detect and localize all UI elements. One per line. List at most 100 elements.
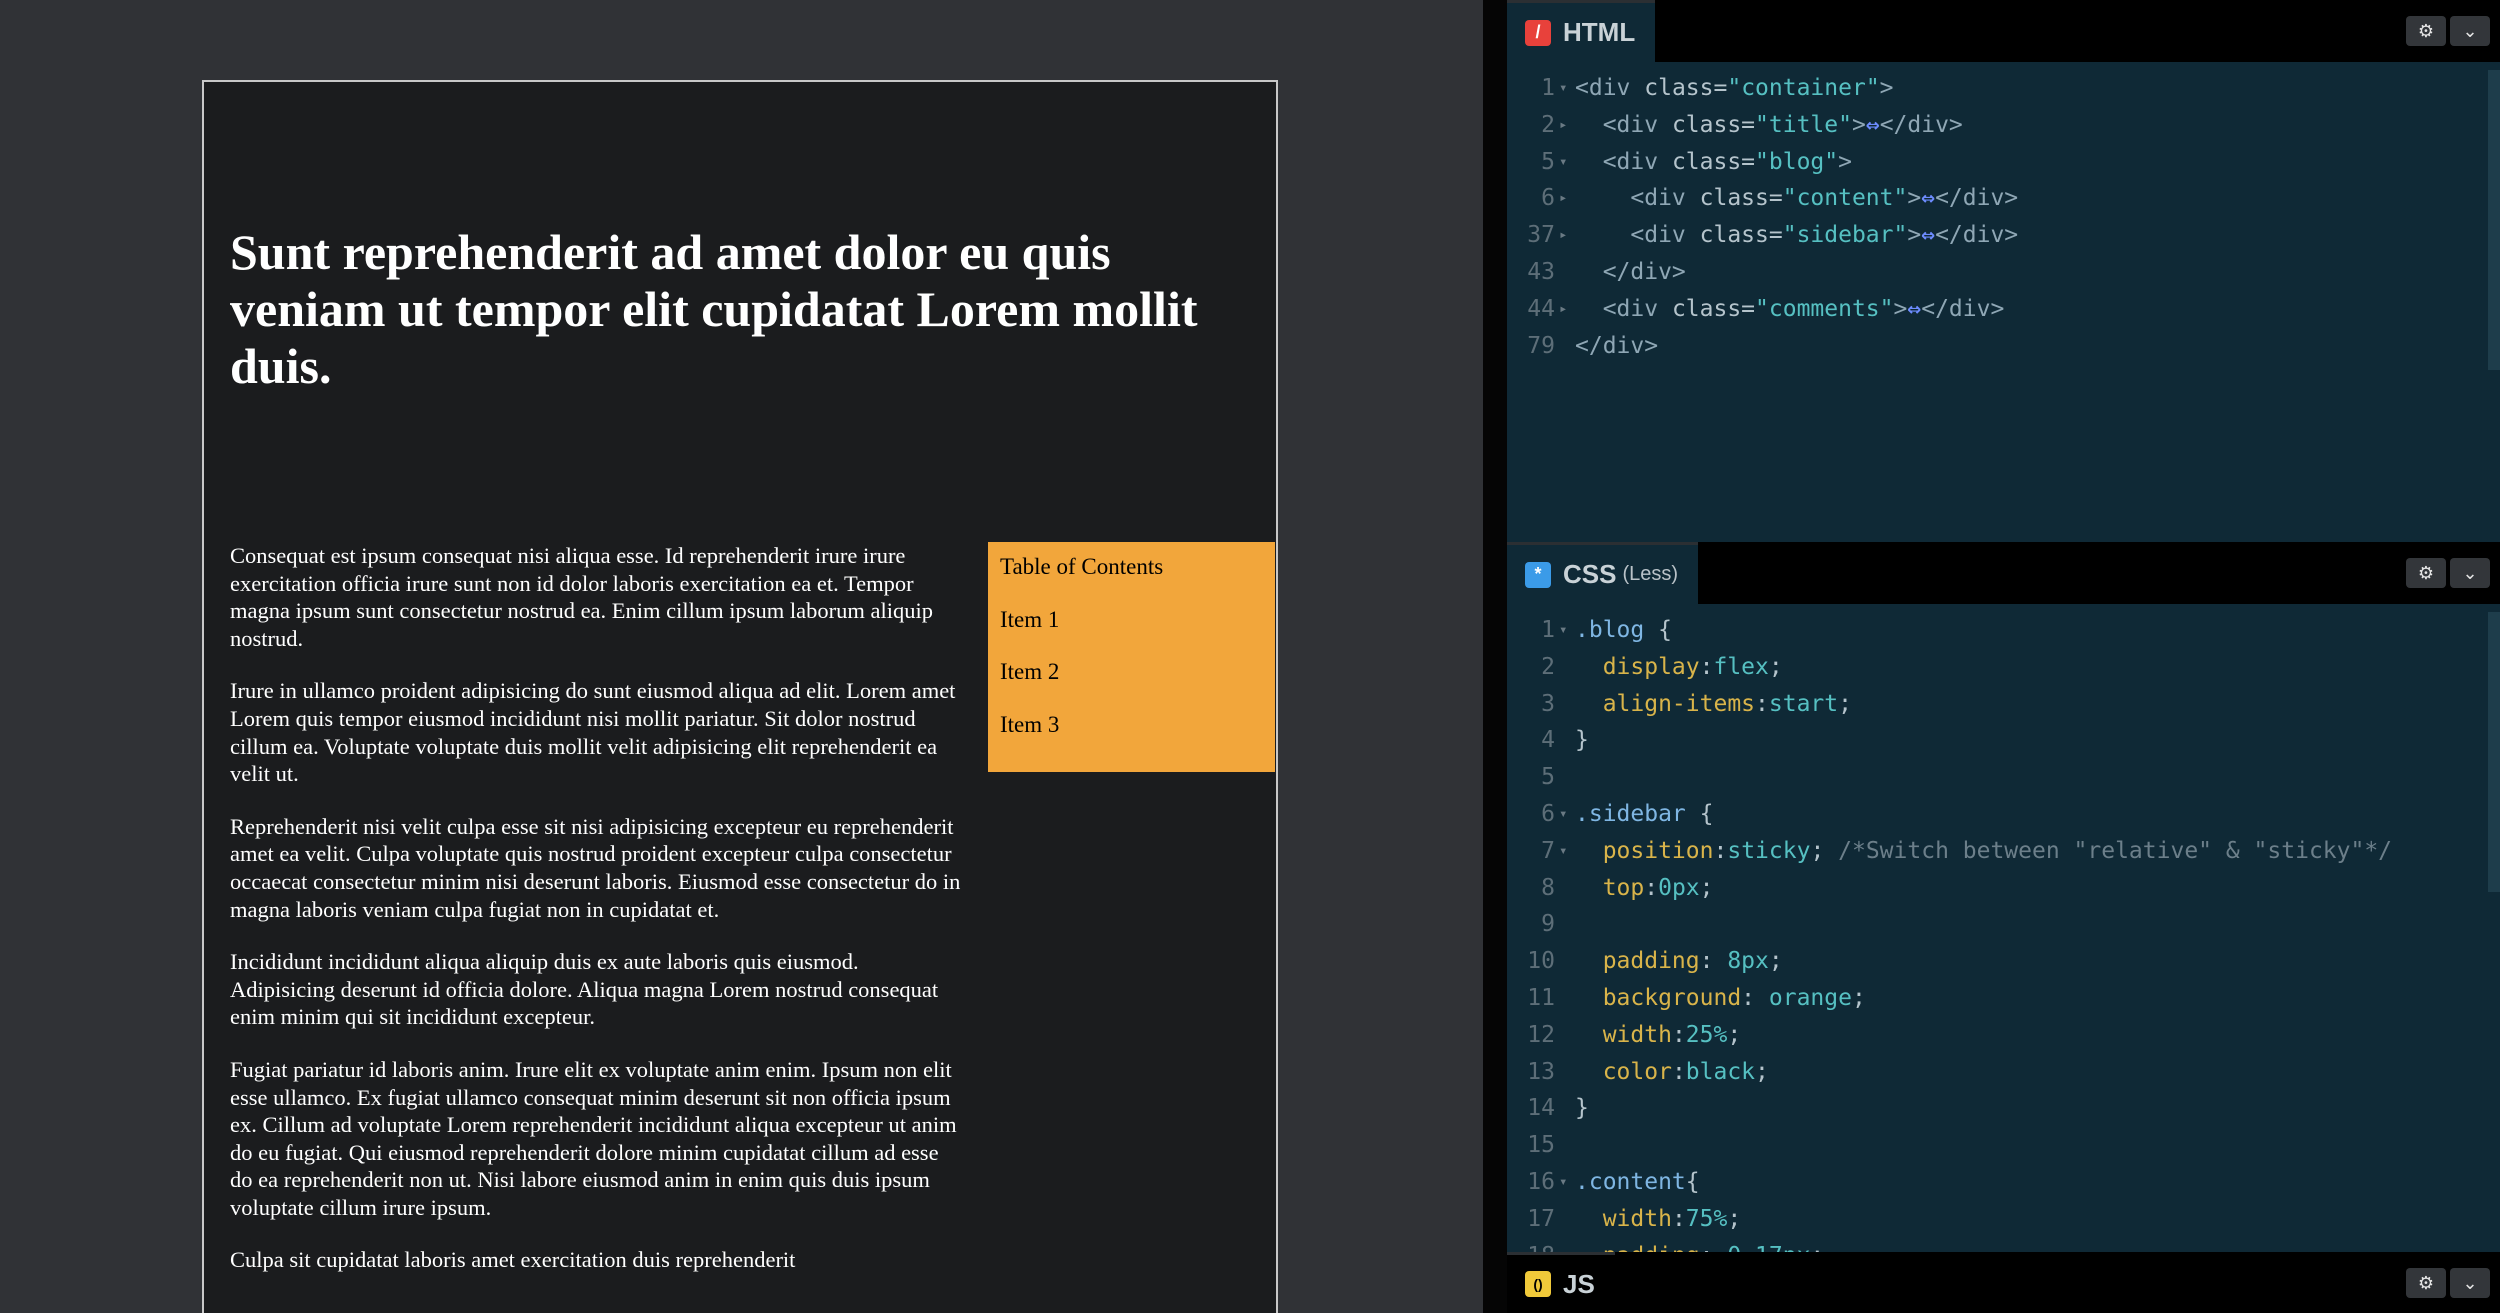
line-number: 6 <box>1507 180 1555 217</box>
code-line[interactable]: 43 </div> <box>1507 254 2500 291</box>
code-line[interactable]: 10 padding: 8px; <box>1507 943 2500 980</box>
js-braces-icon: () <box>1525 1271 1551 1297</box>
code-line[interactable]: 44▸ <div class="comments">⇔</div> <box>1507 291 2500 328</box>
line-number: 6 <box>1507 796 1555 833</box>
preview-frame: Sunt reprehenderit ad amet dolor eu quis… <box>202 80 1278 1313</box>
line-number: 5 <box>1507 144 1555 181</box>
code-line[interactable]: 8 top:0px; <box>1507 870 2500 907</box>
pane-resize-handle[interactable] <box>1483 0 1507 1313</box>
code-line[interactable]: 15 <box>1507 1127 2500 1164</box>
js-editor: () JS ⚙ ⌄ <box>1507 1252 2500 1313</box>
tab-css[interactable]: * CSS (Less) <box>1507 542 1698 604</box>
code-line[interactable]: 11 background: orange; <box>1507 980 2500 1017</box>
code-text: position:sticky; /*Switch between "relat… <box>1575 833 2392 870</box>
code-line[interactable]: 79</div> <box>1507 328 2500 365</box>
folded-code-ellipsis-icon[interactable]: ⇔ <box>1907 296 1921 322</box>
fold-open-icon[interactable]: ▾ <box>1559 833 1573 870</box>
code-line[interactable]: 6▾.sidebar { <box>1507 796 2500 833</box>
paragraph: Culpa sit cupidatat laboris amet exercit… <box>230 1246 962 1274</box>
line-number: 43 <box>1507 254 1555 291</box>
html-code-area[interactable]: 1▾<div class="container">2▸ <div class="… <box>1507 62 2500 364</box>
code-text: </div> <box>1575 254 1686 291</box>
code-text: width:25%; <box>1575 1017 1741 1054</box>
line-number: 10 <box>1507 943 1555 980</box>
code-text: <div class="container"> <box>1575 70 1894 107</box>
paragraph: Fugiat pariatur id laboris anim. Irure e… <box>230 1056 962 1222</box>
paragraph: Incididunt incididunt aliqua aliquip dui… <box>230 948 962 1031</box>
code-line[interactable]: 37▸ <div class="sidebar">⇔</div> <box>1507 217 2500 254</box>
code-line[interactable]: 18 padding: 0 17px; <box>1507 1238 2500 1252</box>
code-line[interactable]: 7▾ position:sticky; /*Switch between "re… <box>1507 833 2500 870</box>
css-editor-label: CSS <box>1563 559 1616 590</box>
html-slash-icon: / <box>1525 20 1551 46</box>
code-line[interactable]: 1▾.blog { <box>1507 612 2500 649</box>
html-settings-gear-icon[interactable]: ⚙ <box>2406 16 2446 46</box>
code-text: <div class="comments">⇔</div> <box>1575 291 2004 328</box>
fold-closed-icon[interactable]: ▸ <box>1559 217 1573 254</box>
fold-closed-icon[interactable]: ▸ <box>1559 107 1573 144</box>
css-code-area[interactable]: 1▾.blog {2 display:flex;3 align-items:st… <box>1507 604 2500 1252</box>
toc-item-1[interactable]: Item 1 <box>1000 605 1263 658</box>
code-text: <div class="blog"> <box>1575 144 1852 181</box>
line-number: 15 <box>1507 1127 1555 1164</box>
page-title: Sunt reprehenderit ad amet dolor eu quis… <box>230 224 1230 395</box>
css-collapse-chevron-down-icon[interactable]: ⌄ <box>2450 558 2490 588</box>
code-line[interactable]: 5▾ <div class="blog"> <box>1507 144 2500 181</box>
table-of-contents-sidebar: Table of Contents Item 1 Item 2 Item 3 <box>988 542 1275 772</box>
folded-code-ellipsis-icon[interactable]: ⇔ <box>1921 185 1935 211</box>
fold-open-icon[interactable]: ▾ <box>1559 70 1573 107</box>
fold-open-icon[interactable]: ▾ <box>1559 796 1573 833</box>
html-editor: / HTML ⚙ ⌄ 1▾<div class="container">2▸ <… <box>1507 0 2500 542</box>
code-line[interactable]: 12 width:25%; <box>1507 1017 2500 1054</box>
code-line[interactable]: 2▸ <div class="title">⇔</div> <box>1507 107 2500 144</box>
code-line[interactable]: 5 <box>1507 759 2500 796</box>
fold-closed-icon[interactable]: ▸ <box>1559 291 1573 328</box>
css-settings-gear-icon[interactable]: ⚙ <box>2406 558 2446 588</box>
html-scrollbar[interactable] <box>2488 70 2500 370</box>
line-number: 17 <box>1507 1201 1555 1238</box>
tab-html[interactable]: / HTML <box>1507 0 1655 62</box>
tab-js[interactable]: () JS <box>1507 1252 1615 1313</box>
code-text: .sidebar { <box>1575 796 1713 833</box>
code-line[interactable]: 2 display:flex; <box>1507 649 2500 686</box>
paragraph: Reprehenderit nisi velit culpa esse sit … <box>230 813 962 923</box>
js-settings-gear-icon[interactable]: ⚙ <box>2406 1268 2446 1298</box>
line-number: 11 <box>1507 980 1555 1017</box>
code-text: <div class="sidebar">⇔</div> <box>1575 217 2018 254</box>
code-line[interactable]: 9 <box>1507 906 2500 943</box>
fold-open-icon[interactable]: ▾ <box>1559 1164 1573 1201</box>
toc-item-3[interactable]: Item 3 <box>1000 710 1263 763</box>
code-line[interactable]: 14} <box>1507 1090 2500 1127</box>
html-collapse-chevron-down-icon[interactable]: ⌄ <box>2450 16 2490 46</box>
folded-code-ellipsis-icon[interactable]: ⇔ <box>1866 112 1880 138</box>
code-line[interactable]: 1▾<div class="container"> <box>1507 70 2500 107</box>
code-text: width:75%; <box>1575 1201 1741 1238</box>
js-collapse-chevron-down-icon[interactable]: ⌄ <box>2450 1268 2490 1298</box>
toc-item-2[interactable]: Item 2 <box>1000 657 1263 710</box>
code-line[interactable]: 16▾.content{ <box>1507 1164 2500 1201</box>
fold-closed-icon[interactable]: ▸ <box>1559 180 1573 217</box>
code-text: background: orange; <box>1575 980 1866 1017</box>
css-scrollbar[interactable] <box>2488 612 2500 892</box>
code-line[interactable]: 4} <box>1507 722 2500 759</box>
css-asterisk-icon: * <box>1525 562 1551 588</box>
line-number: 79 <box>1507 328 1555 365</box>
line-number: 12 <box>1507 1017 1555 1054</box>
css-editor-header: * CSS (Less) ⚙ ⌄ <box>1507 542 2500 604</box>
code-text: <div class="title">⇔</div> <box>1575 107 1963 144</box>
paragraph: Consequat est ipsum consequat nisi aliqu… <box>230 542 962 652</box>
code-line[interactable]: 3 align-items:start; <box>1507 686 2500 723</box>
html-editor-header: / HTML ⚙ ⌄ <box>1507 0 2500 62</box>
folded-code-ellipsis-icon[interactable]: ⇔ <box>1921 222 1935 248</box>
code-line[interactable]: 6▸ <div class="content">⇔</div> <box>1507 180 2500 217</box>
blog-section: Consequat est ipsum consequat nisi aliqu… <box>230 542 1278 1299</box>
fold-open-icon[interactable]: ▾ <box>1559 144 1573 181</box>
blog-content: Consequat est ipsum consequat nisi aliqu… <box>230 542 988 1299</box>
code-line[interactable]: 13 color:black; <box>1507 1054 2500 1091</box>
line-number: 8 <box>1507 870 1555 907</box>
fold-open-icon[interactable]: ▾ <box>1559 612 1573 649</box>
code-line[interactable]: 17 width:75%; <box>1507 1201 2500 1238</box>
line-number: 2 <box>1507 649 1555 686</box>
code-text: align-items:start; <box>1575 686 1852 723</box>
line-number: 7 <box>1507 833 1555 870</box>
